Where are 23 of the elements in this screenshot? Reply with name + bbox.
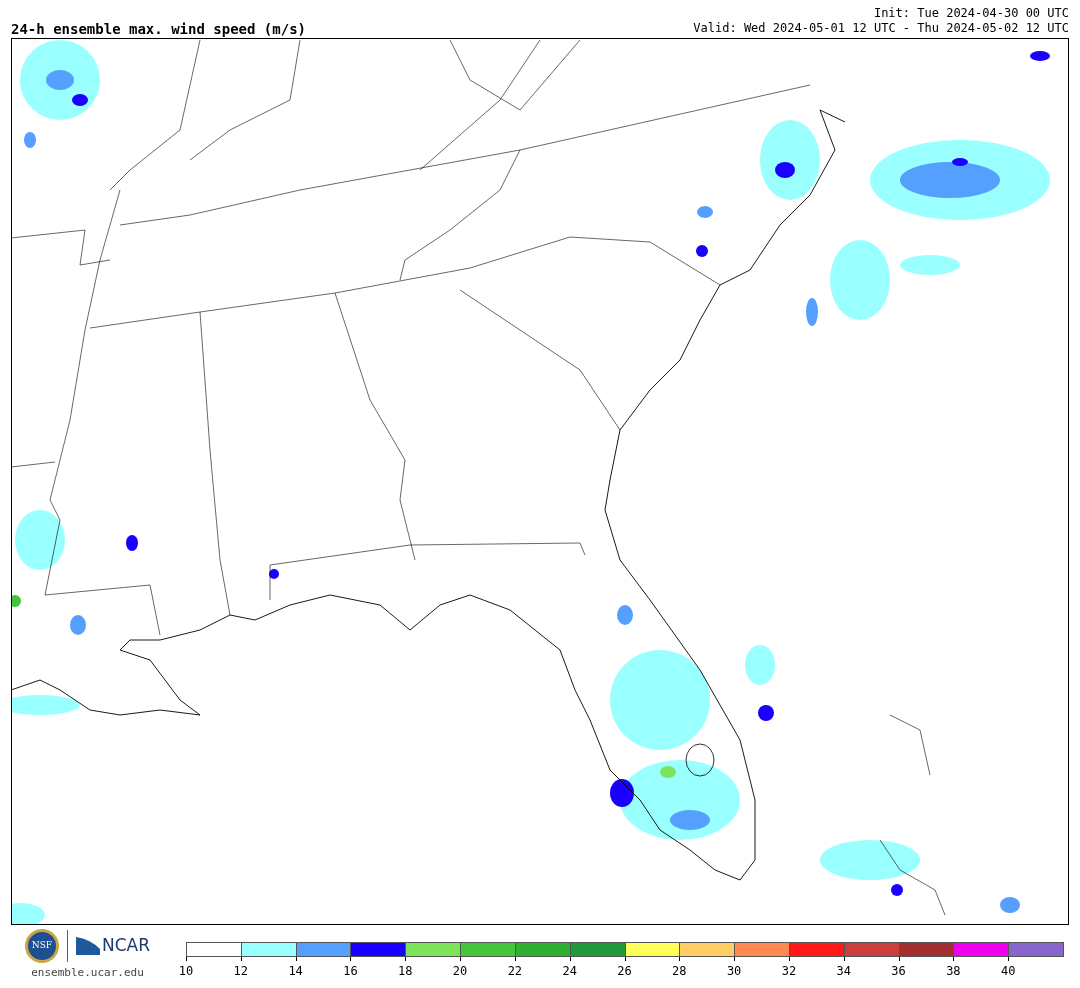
scale-label: 12 [233, 963, 249, 980]
scale-label: 30 [726, 963, 742, 980]
scale-label: 34 [836, 963, 851, 980]
valid-period: Valid: Wed 2024-05-01 12 UTC - Thu 2024-05-02 12 UTC [693, 21, 1069, 36]
init-time: Init: Tue 2024-04-30 00 UTC [873, 6, 1069, 21]
scale-label: 40 [1000, 963, 1016, 980]
nsf-logo: NSF [25, 929, 59, 963]
site-url: ensemble.ucar.edu [31, 965, 144, 981]
scale-label: 36 [891, 963, 906, 980]
scale-label: 24 [562, 963, 577, 980]
scale-label: 22 [507, 963, 523, 980]
scale-label: 20 [452, 963, 468, 980]
scale-label: 32 [781, 963, 797, 980]
scale-label: 28 [672, 963, 687, 980]
chart-title: 24-h ensemble max. wind speed (m/s) [11, 22, 306, 36]
scale-label: 18 [398, 963, 413, 980]
scale-label: 16 [343, 963, 358, 980]
scale-label: 38 [946, 963, 961, 980]
ncar-mark-icon [76, 937, 100, 955]
ncar-logo: NCAR [102, 934, 150, 958]
scale-label: 14 [288, 963, 303, 980]
scale-label: 10 [178, 963, 194, 980]
scale-label: 26 [617, 963, 632, 980]
